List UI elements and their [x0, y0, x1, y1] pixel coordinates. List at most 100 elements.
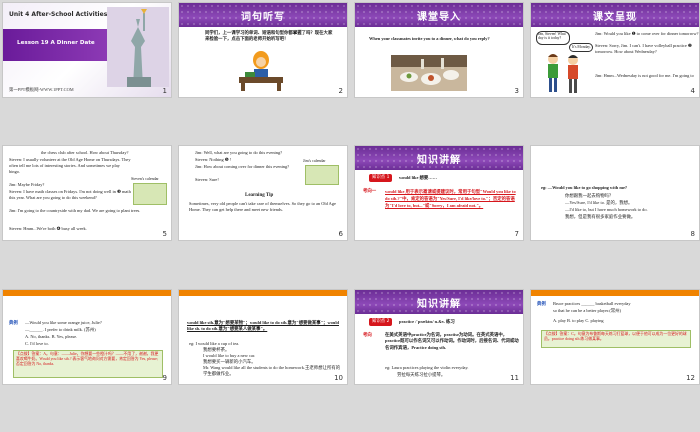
lesson-title: Lesson 19 A Dinner Date [17, 40, 95, 46]
example-label: 典例 [537, 301, 546, 306]
dialogue-line-1: Jim: Would you like ❶ to come over for d… [595, 31, 699, 36]
question-line-3: A. play B. to play C. playing [553, 318, 604, 323]
question-line-4: C. I'd love to. [25, 341, 49, 346]
slide-thumbnail-3[interactable]: 课堂导入 When your classmates invite you to … [354, 2, 524, 98]
header-bar [531, 290, 699, 296]
dialogue-line-1: Jim: Well, what are you going to do this… [195, 150, 283, 155]
question-line-3: A. No, thanks. B. Yes, please. [25, 334, 78, 339]
title-band: 课文呈现 [531, 3, 699, 27]
example-line-1: eg: —Would you like to go shopping with … [541, 185, 628, 190]
slide-thumbnail-5[interactable]: the chess club after school. How about T… [2, 145, 172, 241]
answer-text: 【点拨】答案：C。句意为布鲁斯每天练习打篮球，以便于他可以成为一位更好的球员。p… [544, 332, 687, 341]
example-line-3: —Yes/Sure, I'd like to. 是的，我想。 [565, 200, 633, 205]
slide-number: 9 [162, 374, 167, 382]
dialogue-line-3: Jim: Maybe Friday? [9, 182, 45, 187]
question-line-1: Bruce practices ______ basketball everyd… [553, 301, 631, 306]
example-line-2: 我想要杯茶。 [203, 347, 230, 352]
slide-thumbnail-1[interactable]: Unit 4 After-School Activities Lesson 19… [2, 2, 172, 98]
explanation-text: would like sth.意为"想要某物"；would like to do… [187, 320, 339, 331]
slide-title: 知识讲解 [417, 299, 461, 310]
slide-title: 课文呈现 [593, 12, 637, 23]
bubble-text-right: It's Monday. [572, 45, 591, 49]
bubble-text-left: Jan, Steven! What day is it today? [538, 32, 566, 41]
header-bar [3, 290, 171, 296]
tip-title: Learning Tip [245, 193, 274, 198]
slide-thumbnail-12[interactable]: 典例 Bruce practices ______ basketball eve… [530, 289, 700, 385]
example-line-4: 我想要买一辆新的小汽车。 [203, 359, 256, 364]
dialogue-line-2: Steven: I usually volunteer at the Old A… [9, 157, 131, 174]
knowledge-tag: 知识点 2 [369, 318, 393, 326]
calendar-image [305, 165, 339, 185]
slide-number: 7 [514, 230, 519, 238]
answer-box: 【点拨】答案：A。句意：——Julie，你想要一些橙汁吗？——不用了，谢谢，我更… [13, 350, 163, 378]
example-line-1: eg: I would like a cup of tea. [189, 341, 240, 346]
dialogue-line-6: Steven: Hmm...We're both ❹ busy all week… [9, 226, 87, 231]
knowledge-heading: would like 想要…… [399, 175, 438, 180]
example-line-3: I would like to buy a new car. [203, 353, 256, 358]
example-line-5: Mr. Wang would like all the students to … [203, 365, 341, 376]
answer-text: 【点拨】答案：A。句意：——Julie，你想要一些橙汁吗？——不用了，谢谢，我更… [16, 352, 159, 366]
title-band: 课堂导入 [355, 3, 523, 27]
question-line-1: —Would you like some orange juice, Julie… [25, 320, 102, 325]
slide-title: 知识讲解 [417, 155, 461, 166]
dialogue-line-3: Jim: Hmm...Wednesday is not good for me.… [595, 73, 694, 78]
slide-number: 3 [514, 87, 519, 95]
example-line-4: —I'd like to, but I have much homework t… [565, 207, 648, 212]
dialogue-line-4: Steven: Sure! [195, 177, 219, 182]
example-line-2: 劳拉每天练习拉小提琴。 [397, 372, 446, 377]
dialogue-line-1: the chess club after school. How about T… [41, 150, 129, 155]
slide-number: 10 [334, 374, 343, 382]
direction-tag: 考向 [363, 332, 372, 337]
slide-thumbnail-10[interactable]: would like sth.意为"想要某物"；would like to do… [178, 289, 348, 385]
slide-number: 6 [338, 230, 343, 238]
footer-watermark: 第一PPT模板网-WWW.1PPT.COM [9, 87, 74, 92]
two-boys-image [548, 54, 578, 93]
slide-number: 11 [510, 374, 519, 382]
answer-box: 【点拨】答案：C。句意为布鲁斯每天练习打篮球，以便于他可以成为一位更好的球员。p… [541, 330, 691, 348]
example-line-1: eg: Laura practices playing the violin e… [385, 365, 469, 370]
slide-thumbnail-8[interactable]: eg: —Would you like to go shopping with … [530, 145, 700, 241]
slide-thumbnail-11[interactable]: 知识讲解 知识点 2 practice /ˈpræktɪs/ n.&v. 练习 … [354, 289, 524, 385]
statue-of-liberty-image [107, 7, 169, 87]
calendar-label: Jim's calendar [303, 158, 326, 163]
title-band: 知识讲解 [355, 146, 523, 170]
explanation-text: would like 用于表示邀请或提建议时，常用于句型"Would you l… [385, 189, 516, 208]
slide-thumbnail-2[interactable]: 词句听写 同学们，上一课学习的单词、短语和句型你都掌握了吗？现在大家来检验一下，… [178, 2, 348, 98]
calendar-label: Steven's calendar [131, 176, 159, 181]
teacher-at-desk-image [239, 51, 283, 91]
header-bar [179, 290, 347, 296]
slide-number: 4 [690, 87, 695, 95]
dinner-table-image [391, 55, 467, 91]
direction-tag: 考向一 [363, 188, 377, 193]
calendar-image [133, 183, 167, 205]
example-label: 典例 [9, 320, 18, 325]
slide-thumbnail-6[interactable]: Jim: Well, what are you going to do this… [178, 145, 348, 241]
title-band: 知识讲解 [355, 290, 523, 314]
tip-text: Sometimes, very old people can't take ca… [189, 201, 336, 212]
slide-title: 课堂导入 [417, 12, 461, 23]
slide-title: 词句听写 [241, 12, 285, 23]
slide-number: 1 [162, 87, 167, 95]
question-line-2: so that he can be a better player.(常州) [553, 308, 622, 313]
knowledge-tag: 知识点 1 [369, 174, 393, 182]
slide-number: 8 [690, 230, 695, 238]
slide-number: 12 [686, 374, 695, 382]
slide-text: 同学们，上一课学习的单词、短语和句型你都掌握了吗？现在大家来检验一下，点击下面的… [205, 31, 333, 42]
slide-text: When your classmates invite you to a din… [369, 36, 490, 41]
slide-thumbnail-9[interactable]: 典例 —Would you like some orange juice, Ju… [2, 289, 172, 385]
slide-number: 5 [162, 230, 167, 238]
title-band: 词句听写 [179, 3, 347, 27]
dialogue-line-3: Jim: How about coming over for dinner th… [195, 164, 290, 169]
knowledge-heading: practice /ˈpræktɪs/ n.&v. 练习 [399, 319, 455, 324]
dialogue-line-2: Steven: Sorry, Jim. I can't. I have voll… [595, 43, 692, 54]
dialogue-line-4: Steven: I have math classes on Fridays. … [9, 189, 131, 200]
explanation-text: 在美式英语中practice为名词，practise为动词。在英式英语中，pra… [385, 332, 519, 350]
slide-thumbnail-4[interactable]: 课文呈现 Jan, Steven! What day is it today? … [530, 2, 700, 98]
dialogue-line-2: Steven: Nothing ❺ ! [195, 157, 232, 162]
example-line-2: 你想跟我一起去购物吗？ [565, 193, 614, 198]
question-line-2: —______. I prefer to drink milk. (苏州) [25, 327, 96, 332]
unit-title: Unit 4 After-School Activities [9, 11, 108, 18]
dialogue-line-5: Jim: I'm going to the countryside with m… [9, 208, 141, 213]
slide-number: 2 [338, 87, 343, 95]
slide-thumbnail-7[interactable]: 知识讲解 知识点 1 would like 想要…… 考向一 would lik… [354, 145, 524, 241]
